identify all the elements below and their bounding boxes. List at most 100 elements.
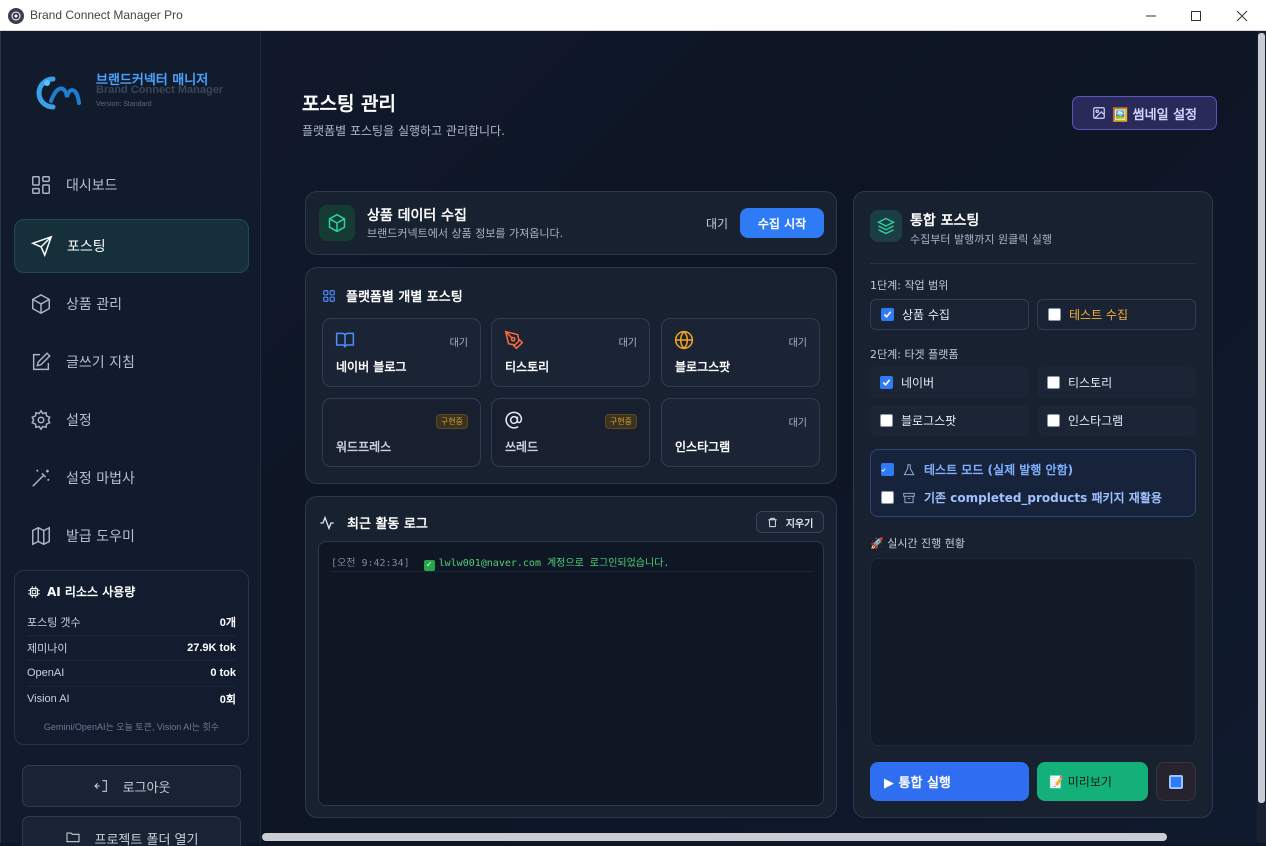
close-button[interactable]: [1219, 0, 1265, 31]
platform-tile-tistory[interactable]: 대기 티스토리: [491, 318, 650, 387]
checkbox-tistory[interactable]: 티스토리: [1037, 367, 1196, 398]
integrated-subtitle: 수집부터 발행까지 원클릭 실행: [910, 233, 1053, 246]
platform-posting-title: 플랫폼별 개별 포스팅: [322, 286, 463, 305]
checkbox-instagram[interactable]: 인스타그램: [1037, 405, 1196, 436]
checkbox-blogspot[interactable]: 블로그스팟: [870, 405, 1029, 436]
main-content: 포스팅 관리 플랫폼별 포스팅을 실행하고 관리합니다. 🖼️ 썸네일 설정 상…: [262, 31, 1257, 843]
sidebar: 브랜드커넥터 매니저 Brand Connect Manager Version…: [0, 31, 261, 846]
page-subtitle: 플랫폼별 포스팅을 실행하고 관리합니다.: [302, 124, 505, 138]
edit-icon: [32, 352, 51, 371]
checkbox-test-collect[interactable]: 테스트 수집: [1037, 299, 1196, 330]
brand-logo: 브랜드커넥터 매니저 Brand Connect Manager Version…: [33, 69, 253, 119]
collect-title: 상품 데이터 수집: [367, 208, 467, 224]
activity-icon: [320, 515, 334, 530]
checkbox-checked-icon: [881, 463, 894, 476]
chip-icon: [28, 585, 40, 598]
book-icon: [335, 332, 355, 348]
thumbnail-settings-button[interactable]: 🖼️ 썸네일 설정: [1072, 96, 1217, 130]
platform-tile-instagram[interactable]: 대기 인스타그램: [661, 398, 820, 467]
platform-tile-blogspot[interactable]: 대기 블로그스팟: [661, 318, 820, 387]
nav-item-dashboard[interactable]: 대시보드: [14, 158, 249, 212]
checkbox-unchecked-icon: [881, 491, 894, 504]
platform-tile-naver-blog[interactable]: 대기 네이버 블로그: [322, 318, 481, 387]
window-title: Brand Connect Manager Pro: [30, 8, 183, 22]
usage-row-vision: Vision AI 0회: [27, 693, 236, 707]
nav-item-writing-guide[interactable]: 글쓰기 지침: [14, 335, 249, 389]
nav-item-posting[interactable]: 포스팅: [14, 219, 249, 273]
integrated-posting-card: 통합 포스팅 수집부터 발행까지 원클릭 실행 1단계: 작업 범위 상품 수집…: [853, 191, 1213, 818]
nav-item-label: 설정 마법사: [66, 471, 135, 487]
usage-row-postings: 포스팅 갯수 0개: [27, 610, 236, 636]
options-panel: 테스트 모드 (실제 발행 안함) 기존 completed_products …: [870, 449, 1196, 517]
vertical-scrollbar[interactable]: [1257, 31, 1266, 843]
vertical-scrollbar-thumb[interactable]: [1258, 33, 1265, 803]
platform-name: 블로그스팟: [675, 360, 731, 374]
activity-log-card: 최근 활동 로그 지우기 [오전 9:42:34] ✓ lwlw001@naver.…: [305, 496, 837, 818]
brand-logo-icon: [36, 76, 81, 110]
checkbox-unchecked-icon: [1047, 376, 1060, 389]
nav-item-label: 설정: [66, 413, 92, 429]
stop-button[interactable]: [1156, 762, 1196, 801]
brand-version: Version: Standard: [96, 101, 152, 108]
platform-status-badge: 구현중: [435, 414, 468, 429]
open-folder-button[interactable]: 프로젝트 폴더 열기: [22, 816, 241, 846]
platform-status: 대기: [788, 418, 807, 429]
brand-name-en: Brand Connect Manager: [96, 84, 224, 96]
progress-label: 🚀 실시간 진행 현황: [870, 537, 966, 550]
checkbox-reuse-packages[interactable]: 기존 completed_products 패키지 재활용: [881, 489, 1162, 506]
platform-status: 대기: [618, 338, 637, 349]
usage-row-gemini: 제미나이 27.9K tok: [27, 636, 236, 661]
platform-status: 대기: [788, 338, 807, 349]
clear-log-button[interactable]: 지우기: [756, 511, 824, 533]
run-integrated-button[interactable]: ▶ 통합 실행: [870, 762, 1029, 801]
integrated-title: 통합 포스팅: [910, 213, 980, 229]
platform-name: 네이버 블로그: [336, 360, 407, 374]
log-entry-time: [오전 9:42:34]: [331, 558, 410, 569]
platform-name: 워드프레스: [336, 440, 392, 454]
checkbox-checked-icon: [881, 308, 894, 321]
checkbox-product-collect[interactable]: 상품 수집: [870, 299, 1029, 330]
layers-icon: [870, 210, 902, 242]
checkbox-unchecked-icon: [1047, 414, 1060, 427]
nav-item-issue-helper[interactable]: 발급 도우미: [14, 509, 249, 563]
ai-usage-title: AI 리소스 사용량: [27, 583, 236, 600]
at-icon: [505, 411, 523, 429]
flask-icon: [903, 463, 915, 475]
box-icon: [32, 293, 50, 315]
platform-status-badge: 구현중: [604, 414, 637, 429]
page-title: 포스팅 관리: [302, 93, 397, 115]
collect-status: 대기: [706, 217, 729, 231]
nav-item-settings[interactable]: 설정: [14, 393, 249, 447]
minimize-button[interactable]: [1128, 0, 1174, 31]
log-output[interactable]: [오전 9:42:34] ✓ lwlw001@naver.com 계정으로 로그인되…: [318, 541, 824, 806]
globe-icon: [674, 330, 694, 350]
progress-output[interactable]: [870, 558, 1196, 746]
checkbox-test-mode[interactable]: 테스트 모드 (실제 발행 안함): [881, 461, 1073, 478]
pen-icon: [504, 330, 524, 350]
checkbox-naver[interactable]: 네이버: [870, 367, 1029, 398]
check-icon: ✓: [423, 560, 435, 571]
maximize-button[interactable]: [1173, 0, 1219, 31]
app-window: 브랜드커넥터 매니저 Brand Connect Manager Version…: [0, 31, 1266, 846]
app-icon: [8, 8, 24, 24]
nav-item-label: 대시보드: [66, 178, 118, 194]
archive-icon: [903, 492, 915, 503]
logout-button[interactable]: 로그아웃: [22, 765, 241, 807]
cube-icon: [319, 205, 355, 241]
wand-icon: [32, 469, 50, 487]
nav-item-products[interactable]: 상품 관리: [14, 277, 249, 331]
platform-name: 티스토리: [505, 360, 550, 374]
preview-button[interactable]: 📝 미리보기: [1037, 762, 1148, 801]
collect-start-button[interactable]: 수집 시작: [740, 208, 824, 238]
horizontal-scrollbar[interactable]: [262, 833, 1167, 841]
platform-tile-wordpress[interactable]: 구현중 워드프레스: [322, 398, 481, 467]
nav-item-label: 포스팅: [67, 239, 106, 255]
platform-name: 쓰레드: [505, 440, 539, 454]
nav-item-setup-wizard[interactable]: 설정 마법사: [14, 451, 249, 505]
map-icon: [32, 526, 50, 546]
grid-icon: [323, 289, 335, 302]
stop-icon: [1169, 774, 1183, 789]
platform-tile-threads[interactable]: 구현중 쓰레드: [491, 398, 650, 467]
trash-icon: [768, 517, 777, 527]
window-titlebar: Brand Connect Manager Pro: [0, 0, 1266, 31]
